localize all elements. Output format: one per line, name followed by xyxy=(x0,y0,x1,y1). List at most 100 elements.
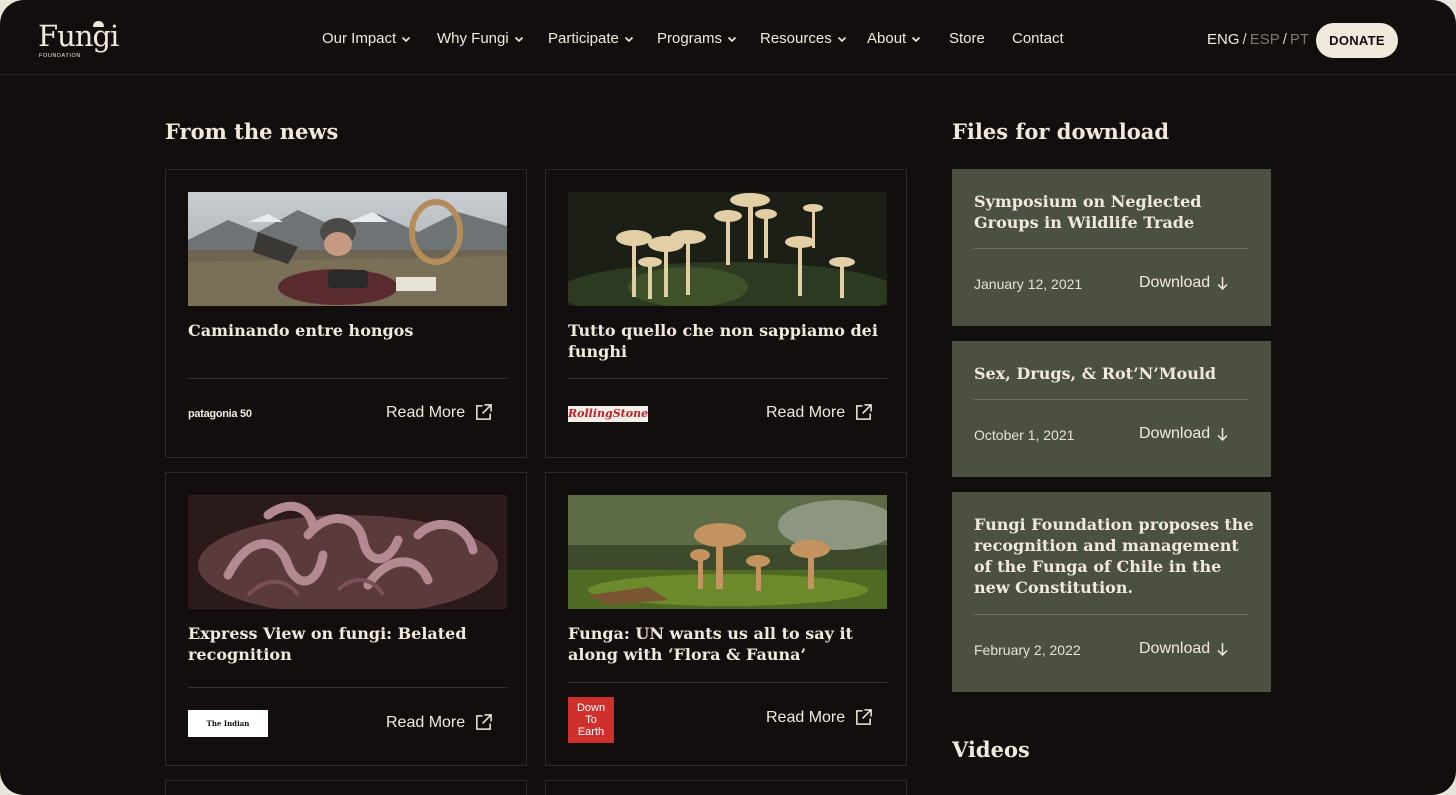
arrow-down-icon xyxy=(1217,276,1228,290)
news-image-forest-mushrooms[interactable] xyxy=(568,495,887,609)
read-more-label: Read More xyxy=(386,713,466,731)
videos-section-title: Videos xyxy=(952,737,1030,762)
fungi-foundation-logo[interactable]: Fungi FOUNDATION xyxy=(38,19,119,60)
nav-label: Programs xyxy=(657,30,723,47)
news-image-mushrooms[interactable] xyxy=(568,192,887,306)
photographer-image xyxy=(188,192,507,306)
logo-subtitle: FOUNDATION xyxy=(39,53,81,59)
file-date: October 1, 2021 xyxy=(974,427,1075,443)
lang-esp[interactable]: ESP xyxy=(1250,31,1280,48)
download-button[interactable]: Download xyxy=(1139,274,1228,292)
read-more-link[interactable]: Read More xyxy=(766,708,873,727)
files-section-title: Files for download xyxy=(952,119,1170,144)
read-more-link[interactable]: Read More xyxy=(766,403,873,422)
news-image-fungus-closeup[interactable] xyxy=(188,495,507,609)
news-card: Funga: UN wants us all to say it along w… xyxy=(545,472,907,766)
lang-separator: / xyxy=(1242,31,1247,48)
patagonia-logo: patagonia 50 xyxy=(188,408,252,420)
news-image-photographer[interactable] xyxy=(188,192,507,306)
file-card: Fungi Foundation proposes the recognitio… xyxy=(952,492,1271,692)
file-divider xyxy=(974,614,1249,615)
chevron-down-icon xyxy=(727,36,737,42)
read-more-label: Read More xyxy=(766,708,846,726)
news-card-partial xyxy=(545,780,907,795)
lang-pt[interactable]: PT xyxy=(1290,31,1309,48)
file-title: Fungi Foundation proposes the recognitio… xyxy=(974,515,1254,597)
news-title[interactable]: Express View on fungi: Belated recogniti… xyxy=(188,623,508,665)
download-label: Download xyxy=(1139,640,1211,657)
nav-label: Store xyxy=(949,30,985,47)
news-title[interactable]: Funga: UN wants us all to say it along w… xyxy=(568,623,888,665)
language-switcher: ENG / ESP / PT xyxy=(1207,31,1309,48)
nav-programs[interactable]: Programs xyxy=(657,30,737,47)
nav-label: Resources xyxy=(760,30,832,47)
file-title: Symposium on Neglected Groups in Wildlif… xyxy=(974,192,1202,232)
arrow-down-icon xyxy=(1217,642,1228,656)
external-link-icon xyxy=(856,404,873,420)
news-card-partial xyxy=(165,780,527,795)
site-header: Fungi FOUNDATION Our Impact Why Fungi Pa… xyxy=(0,0,1456,75)
file-card: Symposium on Neglected Groups in Wildlif… xyxy=(952,169,1271,326)
news-title[interactable]: Tutto quello che non sappiamo dei funghi xyxy=(568,320,888,362)
nav-label: Why Fungi xyxy=(437,30,509,47)
file-divider xyxy=(974,399,1249,400)
indian-express-logo: The Indian EXPRESS xyxy=(188,710,268,755)
nav-our-impact[interactable]: Our Impact xyxy=(322,30,411,47)
chevron-down-icon xyxy=(514,36,523,42)
nav-why-fungi[interactable]: Why Fungi xyxy=(437,30,524,47)
chevron-down-icon xyxy=(837,36,846,42)
read-more-label: Read More xyxy=(386,403,466,421)
nav-label: Participate xyxy=(548,30,619,47)
chevron-down-icon xyxy=(402,36,411,42)
card-divider xyxy=(568,378,887,379)
donate-button[interactable]: DONATE xyxy=(1316,23,1398,58)
nav-label: About xyxy=(867,30,907,47)
file-date: January 12, 2021 xyxy=(974,276,1083,292)
download-button[interactable]: Download xyxy=(1139,425,1228,443)
mushrooms-image xyxy=(568,192,887,306)
file-title: Sex, Drugs, & Rot’N’Mould xyxy=(974,364,1217,383)
external-link-icon xyxy=(476,404,493,420)
external-link-icon xyxy=(856,709,873,725)
nav-label: Contact xyxy=(1012,30,1064,47)
mushroom-cap-icon xyxy=(93,21,104,27)
read-more-link[interactable]: Read More xyxy=(386,713,493,732)
lang-separator: / xyxy=(1282,31,1287,48)
nav-contact[interactable]: Contact xyxy=(1012,30,1064,47)
news-section-title: From the news xyxy=(165,119,339,144)
nav-label: Our Impact xyxy=(322,30,397,47)
download-label: Download xyxy=(1139,274,1211,291)
news-card: Caminando entre hongos patagonia 50 Read… xyxy=(165,169,527,458)
nav-about[interactable]: About xyxy=(867,30,921,47)
logo-line: Down xyxy=(576,702,606,714)
nav-store[interactable]: Store xyxy=(949,30,985,47)
nav-participate[interactable]: Participate xyxy=(548,30,634,47)
news-title[interactable]: Caminando entre hongos xyxy=(188,320,508,341)
card-divider xyxy=(188,687,507,688)
read-more-label: Read More xyxy=(766,403,846,421)
fungus-closeup-image xyxy=(188,495,507,609)
file-card: Sex, Drugs, & Rot’N’Mould October 1, 202… xyxy=(952,341,1271,477)
arrow-down-icon xyxy=(1217,427,1228,441)
download-button[interactable]: Download xyxy=(1139,640,1228,658)
download-label: Download xyxy=(1139,425,1211,442)
nav-resources[interactable]: Resources xyxy=(760,30,847,47)
chevron-down-icon xyxy=(912,36,921,42)
external-link-icon xyxy=(476,714,493,730)
down-to-earth-logo: Down To Earth xyxy=(568,697,614,743)
forest-mushrooms-image xyxy=(568,495,887,609)
news-card: Express View on fungi: Belated recogniti… xyxy=(165,472,527,766)
file-divider xyxy=(974,248,1249,249)
page-frame: Fungi FOUNDATION Our Impact Why Fungi Pa… xyxy=(0,0,1456,795)
card-divider xyxy=(568,682,887,683)
card-divider xyxy=(188,378,507,379)
rollingstone-logo: RollingStone xyxy=(568,406,649,422)
logo-wordmark: Fungi xyxy=(38,19,119,53)
chevron-down-icon xyxy=(624,36,633,42)
file-date: February 2, 2022 xyxy=(974,642,1081,658)
logo-line: To xyxy=(585,714,597,726)
logo-line: Earth xyxy=(577,726,605,738)
read-more-link[interactable]: Read More xyxy=(386,403,493,422)
lang-eng[interactable]: ENG xyxy=(1207,31,1240,48)
news-card: Tutto quello che non sappiamo dei funghi… xyxy=(545,169,907,458)
